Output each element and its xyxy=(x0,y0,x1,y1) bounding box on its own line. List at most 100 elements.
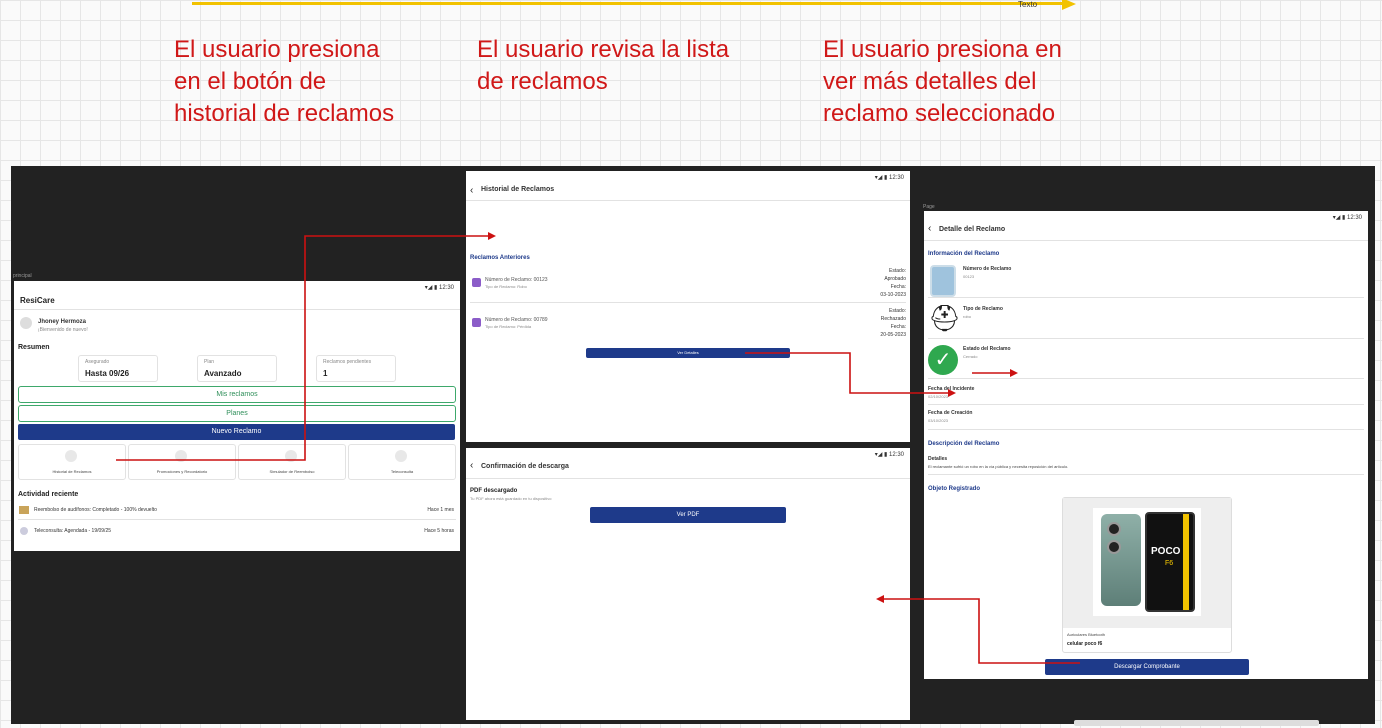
back-arrow-icon[interactable]: ‹ xyxy=(470,460,473,471)
claim-status: Aprobado xyxy=(884,276,906,282)
activity-item[interactable]: Reembolso de audífonos: Completado - 100… xyxy=(34,507,157,513)
claim-icon xyxy=(472,318,481,327)
plans-button[interactable]: Planes xyxy=(18,405,456,422)
incident-date-value: 02/10/2023 xyxy=(928,394,949,399)
section-title: Reclamos Anteriores xyxy=(470,255,530,261)
summary-label: Asegurado xyxy=(85,359,110,365)
divider xyxy=(928,338,1364,339)
claim-detail-screen: ▾◢ ▮ 12:30 ‹ Detalle del Reclamo Informa… xyxy=(924,211,1368,679)
caption-step-1: El usuario presiona en el botón de histo… xyxy=(174,36,395,127)
my-claims-button[interactable]: Mis reclamos xyxy=(18,386,456,403)
shortcut-label: Teleconsulta xyxy=(390,469,414,474)
summary-card-pending: Reclamos pendientes 1 xyxy=(316,355,396,382)
divider xyxy=(928,474,1364,475)
camera-icon xyxy=(1107,540,1121,554)
user-name: Jhoney Hermoza xyxy=(38,319,87,325)
phone-model: F6 xyxy=(1165,560,1174,567)
shortcut-claims-history[interactable]: Historial de Reclamos xyxy=(18,444,126,480)
description-title: Descripción del Reclamo xyxy=(928,441,1000,447)
claim-subtitle: Tipo de Reclamo: Pérdida xyxy=(485,324,532,329)
divider xyxy=(470,302,906,303)
claim-date: 20-05-2023 xyxy=(880,332,906,338)
creation-date-value: 03/10/2023 xyxy=(928,418,949,423)
creation-date-label: Fecha de Creación xyxy=(928,410,973,416)
status-bar: ▾◢ ▮ 12:30 xyxy=(874,175,904,181)
download-receipt-button[interactable]: Descargar Comprobante xyxy=(1045,659,1249,675)
frame-label-page: Page xyxy=(923,204,935,210)
timeline-label: Texto xyxy=(1018,0,1038,9)
view-details-button[interactable]: Ver Detalles xyxy=(586,348,790,358)
stethoscope-icon xyxy=(395,450,407,462)
activity-time: Hace 1 mes xyxy=(427,507,454,513)
frame-label-principal: principal xyxy=(13,273,32,279)
caption-step-2: El usuario revisa la lista de reclamos xyxy=(477,36,730,95)
screen-header: Detalle del Reclamo xyxy=(939,226,1006,233)
status-time: 12:30 xyxy=(438,285,454,291)
description-subtitle: Detalles xyxy=(928,456,948,462)
screen-header: Historial de Reclamos xyxy=(481,186,555,193)
promotions-icon xyxy=(175,450,187,462)
description-text: El reclamante sufrió un robo en la vía p… xyxy=(928,464,1069,469)
camera-icon xyxy=(1107,522,1121,536)
divider xyxy=(466,200,910,201)
object-name: celular poco f6 xyxy=(1067,641,1103,647)
status-bar: ▾◢ ▮ 12:30 xyxy=(424,285,454,291)
claim-icon xyxy=(472,278,481,287)
home-screen: ▾◢ ▮ 12:30 ResiCare Jhoney Hermoza ¡Bien… xyxy=(14,281,460,551)
claim-status-label: Estado: xyxy=(889,308,906,314)
claim-title[interactable]: Número de Reclamo: 00123 xyxy=(485,277,548,283)
object-card[interactable]: POCO F6 Auriculares Bluetooth celular po… xyxy=(1062,497,1232,653)
summary-value: Avanzado xyxy=(204,369,242,378)
phone-screen: POCO F6 xyxy=(1145,512,1195,612)
activity-item[interactable]: Teleconsulta: Agendada - 19/09/25 xyxy=(34,528,111,534)
object-title: Objeto Registrado xyxy=(928,486,981,492)
claim-state-value: Cerrado xyxy=(963,354,978,359)
back-arrow-icon[interactable]: ‹ xyxy=(928,223,931,234)
divider xyxy=(18,519,456,520)
claims-history-screen: ▾◢ ▮ 12:30 ‹ Historial de Reclamos Recla… xyxy=(466,171,910,442)
divider xyxy=(14,309,460,310)
shortcut-label: Historial de Reclamos xyxy=(52,469,92,474)
claim-date-label: Fecha: xyxy=(890,324,906,330)
avatar[interactable] xyxy=(20,317,32,329)
shortcut-label: Simulador de Reembolso xyxy=(269,469,315,474)
divider xyxy=(928,404,1364,405)
new-claim-button[interactable]: Nuevo Reclamo xyxy=(18,424,455,440)
thief-icon: ⛑ xyxy=(928,303,962,333)
teleconsult-icon xyxy=(20,527,28,535)
status-time: 12:30 xyxy=(1346,215,1362,221)
activity-title: Actividad reciente xyxy=(18,491,79,498)
status-time: 12:30 xyxy=(888,175,904,181)
summary-card-insured: Asegurado Hasta 09/26 xyxy=(78,355,158,382)
object-image-frame: POCO F6 xyxy=(1063,498,1231,628)
download-confirmation-screen: ▾◢ ▮ 12:30 ‹ Confirmación de descarga PD… xyxy=(466,448,910,720)
claim-type-value: robo xyxy=(963,314,972,319)
claim-status-label: Estado: xyxy=(889,268,906,274)
timeline-arrow xyxy=(192,2,1064,5)
claim-state-label: Estado del Reclamo xyxy=(963,346,1011,352)
claim-type-label: Tipo de Reclamo xyxy=(963,306,1003,312)
shortcut-refund-simulator[interactable]: Simulador de Reembolso xyxy=(238,444,346,480)
claim-title[interactable]: Número de Reclamo: 00789 xyxy=(485,317,548,323)
view-pdf-button[interactable]: Ver PDF xyxy=(590,507,786,523)
shortcut-promotions[interactable]: Promociones y Recordatorio xyxy=(128,444,236,480)
download-subtitle: Tu PDF ahora está guardado en tu disposi… xyxy=(470,496,552,501)
object-caption: Auriculares Bluetooth xyxy=(1067,632,1106,637)
shortcut-label: Promociones y Recordatorio xyxy=(156,469,208,474)
download-title: PDF descargado xyxy=(470,488,518,494)
phone-brand: POCO xyxy=(1151,546,1181,557)
headphones-icon xyxy=(19,506,29,514)
back-arrow-icon[interactable]: ‹ xyxy=(470,185,473,196)
phone-image: POCO F6 xyxy=(1093,508,1201,616)
claim-date-label: Fecha: xyxy=(890,284,906,290)
claim-date: 03-10-2023 xyxy=(880,292,906,298)
summary-value: 1 xyxy=(323,369,328,378)
section-info-title: Información del Reclamo xyxy=(928,251,1000,257)
screen-header: Confirmación de descarga xyxy=(481,463,569,470)
divider xyxy=(928,297,1364,298)
divider xyxy=(928,429,1364,430)
claim-status: Rechazado xyxy=(880,316,906,322)
shortcut-teleconsult[interactable]: Teleconsulta xyxy=(348,444,456,480)
summary-label: Reclamos pendientes xyxy=(323,359,372,365)
divider xyxy=(924,240,1368,241)
